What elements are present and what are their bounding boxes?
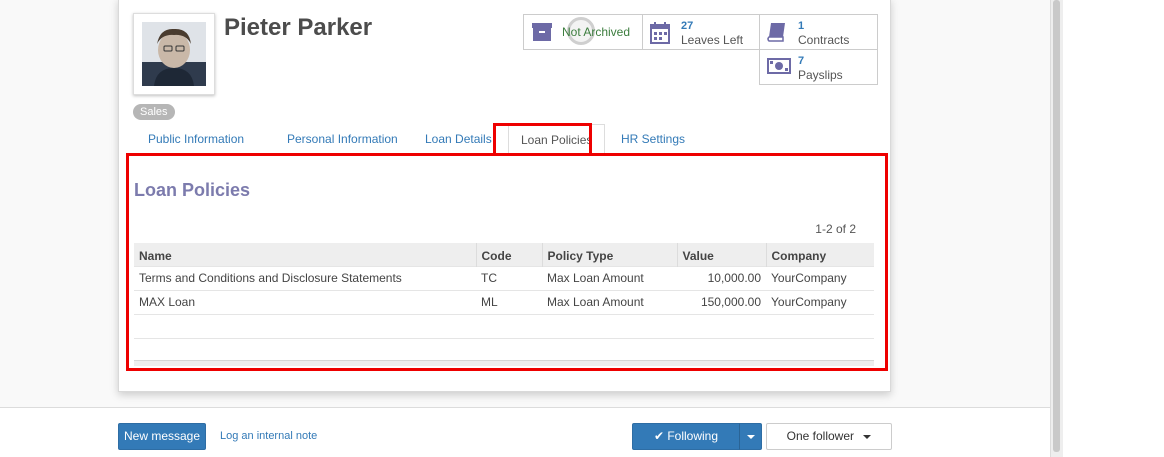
department-tag: Sales <box>133 104 175 120</box>
tab-hr-settings[interactable]: HR Settings <box>621 124 685 155</box>
cell-code: TC <box>476 265 542 290</box>
archive-icon <box>531 22 553 45</box>
section-title: Loan Policies <box>134 180 251 200</box>
cell-policy-type: Max Loan Amount <box>542 289 677 314</box>
table-footer <box>134 360 874 366</box>
table-row[interactable]: MAX Loan ML Max Loan Amount 150,000.00 Y… <box>134 289 874 314</box>
column-header-policy-type[interactable]: Policy Type <box>541 243 677 266</box>
column-header-company[interactable]: Company <box>765 243 874 266</box>
leaves-label: Leaves Left <box>681 33 744 47</box>
cell-value: 10,000.00 <box>677 265 766 290</box>
outer-margin <box>1063 0 1164 457</box>
followers-dropdown[interactable]: One follower <box>766 423 892 450</box>
contracts-count: 1 <box>798 20 805 32</box>
following-button[interactable]: ✔ Following <box>632 423 740 450</box>
loan-policies-table: Name Code Policy Type Value Company Term… <box>134 243 874 362</box>
cell-code: ML <box>476 289 542 314</box>
pager-value[interactable]: 1-2 of 2 <box>810 222 856 236</box>
cell-company: YourCompany <box>766 289 874 314</box>
payslips-count: 7 <box>798 55 805 67</box>
contracts-button[interactable]: 1 Contracts <box>759 14 878 50</box>
calendar-icon <box>650 22 670 47</box>
cell-policy-type: Max Loan Amount <box>542 265 677 290</box>
tab-loan-details[interactable]: Loan Details <box>425 124 492 155</box>
archived-status-label: Not Archived <box>562 25 631 39</box>
following-dropdown-toggle[interactable] <box>739 423 762 450</box>
table-header-row: Name Code Policy Type Value Company <box>134 243 874 266</box>
scrollbar-thumb[interactable] <box>1053 0 1060 452</box>
tab-loan-policies[interactable]: Loan Policies <box>508 124 606 155</box>
empty-row <box>134 313 874 338</box>
followers-label: One follower <box>786 429 855 443</box>
leaves-button[interactable]: 27 Leaves Left <box>642 14 760 50</box>
avatar-image <box>142 22 206 86</box>
payslips-label: Payslips <box>798 68 843 82</box>
employee-name[interactable]: Pieter Parker <box>224 14 372 42</box>
caret-down-icon <box>747 435 755 439</box>
payslips-button[interactable]: 7 Payslips <box>759 49 878 85</box>
book-icon <box>767 22 787 45</box>
leaves-count: 27 <box>681 20 694 32</box>
log-note-link[interactable]: Log an internal note <box>220 430 317 442</box>
cell-value: 150,000.00 <box>677 289 766 314</box>
tab-public-information[interactable]: Public Information <box>148 124 244 155</box>
column-header-value[interactable]: Value <box>676 243 766 266</box>
money-icon <box>767 57 791 78</box>
cell-name: Terms and Conditions and Disclosure Stat… <box>134 265 476 290</box>
employee-avatar[interactable] <box>133 13 215 95</box>
cell-company: YourCompany <box>766 265 874 290</box>
tab-personal-information[interactable]: Personal Information <box>287 124 398 155</box>
column-header-code[interactable]: Code <box>475 243 542 266</box>
archive-toggle-button[interactable]: Not Archived <box>523 14 643 50</box>
new-message-button[interactable]: New message <box>118 423 206 450</box>
column-header-name[interactable]: Name <box>134 243 476 266</box>
empty-row <box>134 337 874 362</box>
cell-name: MAX Loan <box>134 289 476 314</box>
contracts-label: Contracts <box>798 33 850 47</box>
table-row[interactable]: Terms and Conditions and Disclosure Stat… <box>134 265 874 290</box>
caret-down-icon <box>863 434 872 439</box>
